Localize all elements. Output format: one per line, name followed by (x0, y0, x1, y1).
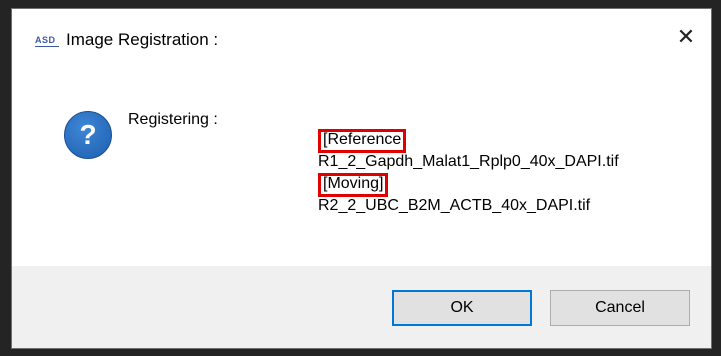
close-icon: ✕ (676, 24, 696, 49)
ok-button[interactable]: OK (392, 290, 532, 326)
moving-tag: [Moving] (318, 173, 389, 197)
question-icon: ? (64, 111, 112, 159)
message-body: [Reference R1_2_Gapdh_Malat1_Rplp0_40x_D… (318, 129, 698, 217)
close-button[interactable]: ✕ (661, 9, 711, 65)
moving-file: R2_2_UBC_B2M_ACTB_40x_DAPI.tif (318, 197, 591, 214)
reference-tag: [Reference (318, 129, 407, 153)
cancel-button[interactable]: Cancel (550, 290, 690, 326)
message-heading: Registering : (128, 111, 218, 128)
image-registration-dialog: ASD Image Registration : ✕ ? Registering… (11, 8, 712, 349)
button-bar: OK Cancel (12, 266, 711, 348)
window-title: Image Registration : (66, 30, 219, 49)
app-logo-icon: ASD (35, 34, 59, 47)
title-bar: ASD Image Registration : ✕ (12, 9, 711, 65)
reference-file: R1_2_Gapdh_Malat1_Rplp0_40x_DAPI.tif (318, 153, 619, 170)
